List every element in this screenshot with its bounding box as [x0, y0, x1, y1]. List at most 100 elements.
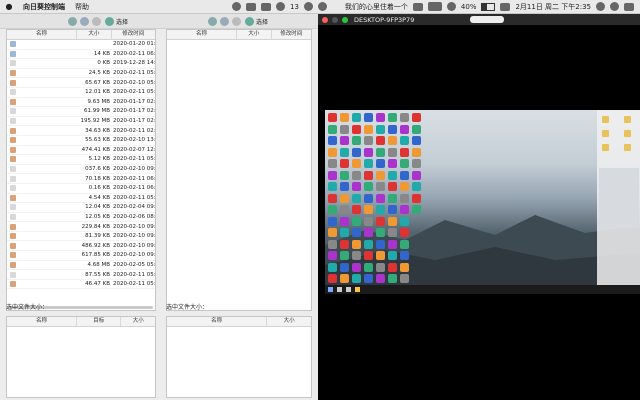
file-row[interactable]: 486.92 KB 2020-02-10 09:5 [7, 241, 155, 252]
wifi-icon[interactable] [446, 2, 456, 11]
desktop-app-icon[interactable] [352, 159, 361, 168]
file-row[interactable]: 037.6 KB 2020-02-10 09:5 [7, 165, 155, 175]
col-size[interactable]: 大小 [237, 30, 272, 39]
desktop-app-icon[interactable] [328, 170, 337, 180]
desktop-app-icon[interactable] [340, 193, 349, 203]
remote-explorer-window[interactable] [597, 110, 640, 285]
desktop-app-icon[interactable] [352, 274, 361, 283]
explorer-icon[interactable] [355, 287, 360, 292]
file-row[interactable]: 195.92 MB 2020-01-17 02:3 [7, 117, 155, 127]
desktop-app-icon[interactable] [388, 113, 397, 122]
file-row[interactable]: 12.04 KB 2020-02-04 09:1 [7, 203, 155, 213]
input-method-icon[interactable] [500, 2, 511, 11]
file-row[interactable]: 55.63 KB 2020-02-10 13:3 [7, 136, 155, 146]
desktop-app-icon[interactable] [388, 147, 397, 157]
desktop-app-icon[interactable] [412, 113, 421, 122]
desktop-app-icon[interactable] [388, 205, 397, 214]
desktop-app-icon[interactable] [400, 124, 409, 134]
file-row[interactable]: 4.54 KB 2020-02-11 05:1 [7, 194, 155, 204]
desktop-app-icon[interactable] [364, 228, 373, 237]
remote-folder-icon[interactable] [602, 144, 609, 151]
display-icon[interactable] [260, 2, 271, 11]
desktop-app-icon[interactable] [400, 136, 409, 145]
remote-desktop-screen[interactable] [325, 110, 640, 285]
shield-icon[interactable] [317, 2, 327, 11]
desktop-app-icon[interactable] [352, 136, 361, 145]
desktop-app-icon[interactable] [412, 182, 421, 191]
desktop-app-icon[interactable] [400, 262, 409, 272]
desktop-app-icon[interactable] [328, 239, 337, 249]
desktop-app-icon[interactable] [364, 205, 373, 214]
desktop-app-icon[interactable] [364, 216, 373, 226]
desktop-app-icon[interactable] [328, 147, 337, 157]
windows-start-icon[interactable] [328, 287, 333, 292]
desktop-app-icon[interactable] [400, 113, 409, 122]
desktop-app-icon[interactable] [376, 239, 385, 249]
desktop-app-icon[interactable] [376, 228, 385, 237]
menu-help[interactable]: 帮助 [70, 2, 94, 12]
desktop-app-icon[interactable] [388, 228, 397, 237]
desktop-app-icon[interactable] [412, 124, 421, 134]
desktop-app-icon[interactable] [364, 251, 373, 260]
desktop-app-icon[interactable] [352, 193, 361, 203]
desktop-app-icon[interactable] [400, 170, 409, 180]
bell-icon[interactable] [303, 2, 313, 11]
desktop-app-icon[interactable] [328, 228, 337, 237]
search-icon[interactable] [337, 287, 342, 292]
file-row[interactable]: 70.18 KB 2020-02-11 06:2 [7, 174, 155, 184]
col-name[interactable]: 名称 [167, 317, 268, 326]
desktop-app-icon[interactable] [340, 262, 349, 272]
select-button-left[interactable]: 选择 [105, 16, 128, 26]
file-row[interactable]: 4.68 MB 2020-02-05 05:3 [7, 261, 155, 271]
remote-folder-icon[interactable] [602, 130, 609, 137]
desktop-app-icon[interactable] [328, 182, 337, 191]
desktop-app-icon[interactable] [412, 159, 421, 168]
upload-icon[interactable] [220, 16, 230, 26]
desktop-app-icon[interactable] [376, 262, 385, 272]
desktop-app-icon[interactable] [328, 274, 337, 283]
desktop-app-icon[interactable] [376, 147, 385, 157]
file-row[interactable]: 474.41 KB 2020-02-07 12:3 [7, 146, 155, 156]
siri-icon[interactable] [610, 2, 619, 11]
file-row[interactable]: 24.5 KB 2020-02-11 05:3 [7, 69, 155, 79]
desktop-app-icon[interactable] [400, 274, 409, 283]
file-row[interactable]: 2020-01-20 01:5 [7, 40, 155, 50]
desktop-app-icon[interactable] [340, 274, 349, 283]
col-name[interactable]: 名称 [7, 317, 78, 326]
desktop-app-icon[interactable] [400, 239, 409, 249]
desktop-app-icon[interactable] [352, 182, 361, 191]
col-size[interactable]: 大小 [77, 30, 112, 39]
desktop-app-icon[interactable] [388, 159, 397, 168]
desktop-app-icon[interactable] [364, 274, 373, 283]
desktop-app-icon[interactable] [352, 239, 361, 249]
file-row[interactable]: 87.55 KB 2020-02-11 05:4 [7, 270, 155, 280]
apple-icon[interactable]: ● [0, 2, 18, 11]
desktop-app-icon[interactable] [340, 228, 349, 237]
desktop-app-icon[interactable] [412, 147, 421, 157]
col-modified[interactable]: 修改时间 [112, 30, 155, 39]
desktop-app-icon[interactable] [340, 216, 349, 226]
desktop-app-icon[interactable] [340, 147, 349, 157]
desktop-app-icon[interactable] [376, 170, 385, 180]
remote-folder-icon[interactable] [602, 116, 609, 123]
desktop-app-icon[interactable] [376, 113, 385, 122]
desktop-app-icon[interactable] [364, 262, 373, 272]
desktop-app-icon[interactable] [352, 147, 361, 157]
desktop-app-icon[interactable] [364, 182, 373, 191]
desktop-app-icon[interactable] [364, 159, 373, 168]
desktop-app-icon[interactable] [400, 182, 409, 191]
clock[interactable]: 2月11日 周二 下午2:35 [515, 2, 591, 12]
desktop-app-icon[interactable] [376, 216, 385, 226]
desktop-app-icon[interactable] [328, 113, 337, 122]
desktop-app-icon[interactable] [388, 124, 397, 134]
desktop-app-icon[interactable] [388, 251, 397, 260]
desktop-app-icon[interactable] [388, 193, 397, 203]
desktop-app-icon[interactable] [376, 124, 385, 134]
desktop-app-icon[interactable] [364, 136, 373, 145]
desktop-app-icon[interactable] [400, 251, 409, 260]
desktop-app-icon[interactable] [400, 159, 409, 168]
remote-desktop-window[interactable]: DESKTOP-9FP3P79 [318, 14, 640, 400]
desktop-app-icon[interactable] [340, 124, 349, 134]
sunlogin-icon[interactable] [231, 2, 241, 11]
desktop-app-icon[interactable] [352, 262, 361, 272]
